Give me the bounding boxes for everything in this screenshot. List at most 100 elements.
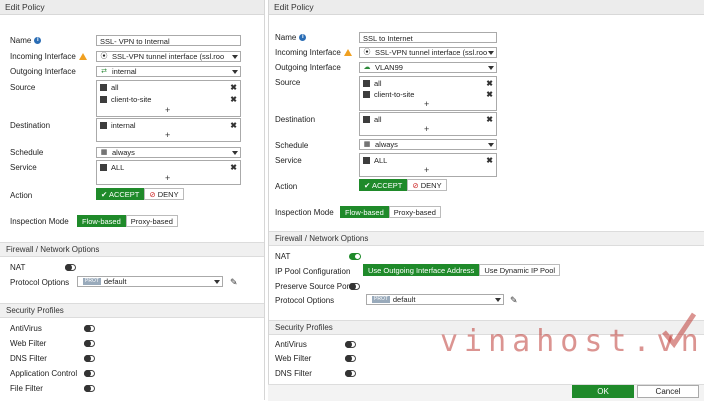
right-destination-list[interactable]: all ✖ + [359,112,497,136]
proxy-based-button[interactable]: Proxy-based [388,206,441,218]
right-profile-antivirus-label: AntiVirus [275,340,307,349]
left-antivirus-toggle[interactable] [84,325,95,332]
chevron-down-icon [232,55,238,59]
right-incoming-select[interactable]: ⦿ SSL-VPN tunnel interface (ssl.roo [359,47,497,58]
chevron-down-icon [488,143,494,147]
remove-icon[interactable]: ✖ [486,79,493,89]
right-name-input[interactable]: SSL to Internet [359,32,497,43]
left-destination-label: Destination [10,121,51,130]
right-title-bar: Edit Policy [269,0,704,15]
right-preserve-toggle[interactable] [349,283,360,290]
right-schedule-select[interactable]: ▦ always [359,139,497,150]
right-title: Edit Policy [274,2,314,12]
cancel-button[interactable]: Cancel [637,385,699,398]
left-source-list[interactable]: all ✖ client-to-site ✖ + [96,80,241,117]
list-item[interactable]: client-to-site ✖ [100,95,237,105]
add-icon[interactable]: + [424,124,429,134]
right-incoming-label: Incoming Interface [275,48,352,57]
right-name-label: Name i [275,33,307,42]
chevron-down-icon [488,51,494,55]
remove-icon[interactable]: ✖ [486,90,493,100]
left-dnsfilter-toggle[interactable] [84,355,95,362]
edit-pencil-icon[interactable]: ✎ [230,277,238,288]
left-protocol-label: Protocol Options [10,278,70,287]
left-appcontrol-toggle[interactable] [84,370,95,377]
add-icon[interactable]: + [165,105,170,115]
chevron-down-icon [232,151,238,155]
left-webfilter-toggle[interactable] [84,340,95,347]
list-item[interactable]: ALL ✖ [100,163,237,173]
left-profile-dnsfilter-label: DNS Filter [10,354,47,363]
use-outgoing-interface-button[interactable]: Use Outgoing Interface Address [363,264,480,276]
left-name-input[interactable]: SSL- VPN to Internal [96,35,241,46]
left-incoming-select[interactable]: ⦿ SSL-VPN tunnel interface (ssl.roo [96,51,241,62]
left-outgoing-select[interactable]: ⇄ internal [96,66,241,77]
right-preserve-label: Preserve Source Port [275,282,352,291]
list-item[interactable]: all ✖ [363,79,493,89]
address-icon [363,115,370,123]
right-service-label: Service [275,156,302,165]
address-icon [363,79,370,87]
right-outgoing-label: Outgoing Interface [275,63,341,72]
left-inspection-label: Inspection Mode [10,217,69,226]
remove-icon[interactable]: ✖ [486,156,493,166]
ok-button[interactable]: OK [572,385,634,398]
right-schedule-label: Schedule [275,141,309,150]
right-service-list[interactable]: ALL ✖ + [359,153,497,177]
right-firewall-section: Firewall / Network Options [269,231,704,246]
proxy-based-button[interactable]: Proxy-based [125,215,178,227]
right-webfilter-toggle[interactable] [345,355,356,362]
add-icon[interactable]: + [424,99,429,109]
left-profile-filefilter-label: File Filter [10,384,43,393]
use-dynamic-ip-pool-button[interactable]: Use Dynamic IP Pool [479,264,561,276]
left-schedule-label: Schedule [10,148,44,157]
left-incoming-label: Incoming Interface [10,52,87,61]
right-antivirus-toggle[interactable] [345,341,356,348]
remove-icon[interactable]: ✖ [486,115,493,125]
add-icon[interactable]: + [165,173,170,183]
right-inspection-label: Inspection Mode [275,208,334,217]
right-source-list[interactable]: all ✖ client-to-site ✖ + [359,76,497,111]
flow-based-button[interactable]: Flow-based [77,215,126,227]
vlan-interface-icon: ☁ [363,64,371,71]
vpn-tunnel-icon: ⦿ [363,49,371,56]
add-icon[interactable]: + [424,165,429,175]
remove-icon[interactable]: ✖ [230,95,237,105]
add-icon[interactable]: + [165,130,170,140]
left-filefilter-toggle[interactable] [84,385,95,392]
left-policy-panel: Edit Policy Name i SSL- VPN to Internal I… [0,0,265,400]
right-source-label: Source [275,78,301,87]
left-service-list[interactable]: ALL ✖ + [96,160,241,185]
deny-button[interactable]: ⊘ DENY [144,188,184,200]
right-ippool-group: Use Outgoing Interface Address Use Dynam… [363,264,561,276]
info-icon: i [299,34,307,42]
list-item[interactable]: all ✖ [100,83,237,93]
left-nat-toggle[interactable] [65,264,76,271]
left-action-label: Action [10,191,33,200]
remove-icon[interactable]: ✖ [230,121,237,131]
warning-icon [78,53,87,61]
remove-icon[interactable]: ✖ [230,163,237,173]
left-inspection-group: Flow-based Proxy-based [77,215,178,227]
left-protocol-select[interactable]: PROT default [77,276,223,287]
accept-button[interactable]: ✔ ACCEPT [96,188,145,200]
deny-button[interactable]: ⊘ DENY [407,179,447,191]
check-icon: ✔ [364,181,372,190]
address-group-icon [363,90,370,98]
left-schedule-select[interactable]: ▦ always [96,147,241,158]
accept-button[interactable]: ✔ ACCEPT [359,179,408,191]
left-source-label: Source [10,83,36,92]
right-ippool-label: IP Pool Configuration [275,267,351,276]
right-nat-toggle[interactable] [349,253,361,260]
left-title-bar: Edit Policy [0,0,264,15]
right-action-group: ✔ ACCEPT ⊘ DENY [359,179,447,191]
right-outgoing-select[interactable]: ☁ VLAN99 [359,62,497,73]
flow-based-button[interactable]: Flow-based [340,206,389,218]
remove-icon[interactable]: ✖ [230,83,237,93]
right-protocol-select[interactable]: PROT default [366,294,504,305]
service-icon [363,156,370,164]
address-icon [100,121,107,129]
left-destination-list[interactable]: internal ✖ + [96,118,241,142]
right-dnsfilter-toggle[interactable] [345,370,356,377]
edit-pencil-icon[interactable]: ✎ [510,295,518,306]
